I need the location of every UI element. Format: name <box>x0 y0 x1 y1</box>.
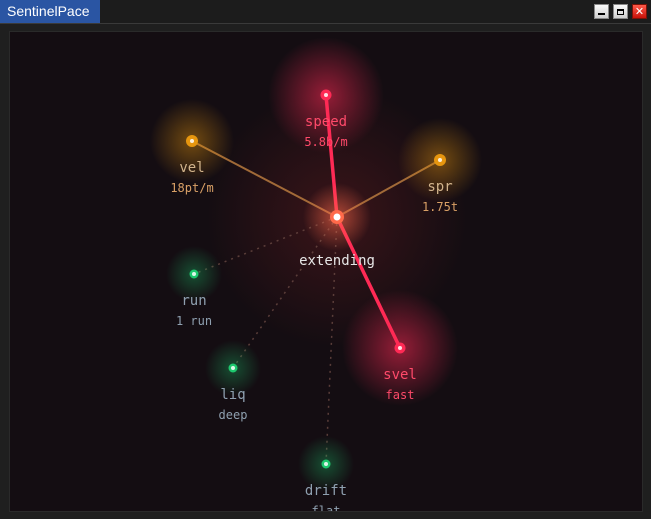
graph-canvas: extending speed 5.8b/m vel 18pt/m spr 1.… <box>9 31 643 512</box>
minimize-button[interactable] <box>594 4 609 19</box>
minimize-icon <box>598 13 605 15</box>
node-liq-label: liq <box>220 387 246 403</box>
node-drift-value: flat <box>311 504 341 512</box>
node-speed-value: 5.8b/m <box>304 135 348 149</box>
graph-svg <box>150 37 482 492</box>
node-speed-core <box>324 93 328 97</box>
center-node-core <box>333 213 341 221</box>
node-vel-label: vel <box>179 160 205 176</box>
node-run-value: 1 run <box>175 314 213 328</box>
node-drift-core <box>324 462 328 466</box>
center-node-label: extending <box>299 253 375 269</box>
node-speed-label: speed <box>304 114 348 130</box>
app-window: SentinelPace ✕ extending speed 5.8b/m ve… <box>0 0 651 519</box>
node-spr-core <box>438 158 442 162</box>
node-run-label: run <box>181 293 207 309</box>
node-spr-label: spr <box>427 179 453 195</box>
node-liq-core <box>231 366 235 370</box>
node-drift-label: drift <box>304 483 348 499</box>
node-svel-label: svel <box>383 367 417 383</box>
node-vel-core <box>190 139 194 143</box>
node-liq-value: deep <box>218 408 248 422</box>
node-vel-value: 18pt/m <box>170 181 214 195</box>
close-button[interactable]: ✕ <box>632 4 647 19</box>
node-spr-value: 1.75t <box>421 200 459 214</box>
maximize-icon <box>617 8 624 15</box>
maximize-button[interactable] <box>613 4 628 19</box>
node-svel-value: fast <box>385 388 415 402</box>
node-svel-core <box>398 346 402 350</box>
title-bar[interactable]: SentinelPace ✕ <box>0 0 651 24</box>
node-run-core <box>192 272 196 276</box>
close-icon: ✕ <box>634 5 645 18</box>
window-title: SentinelPace <box>0 0 100 23</box>
